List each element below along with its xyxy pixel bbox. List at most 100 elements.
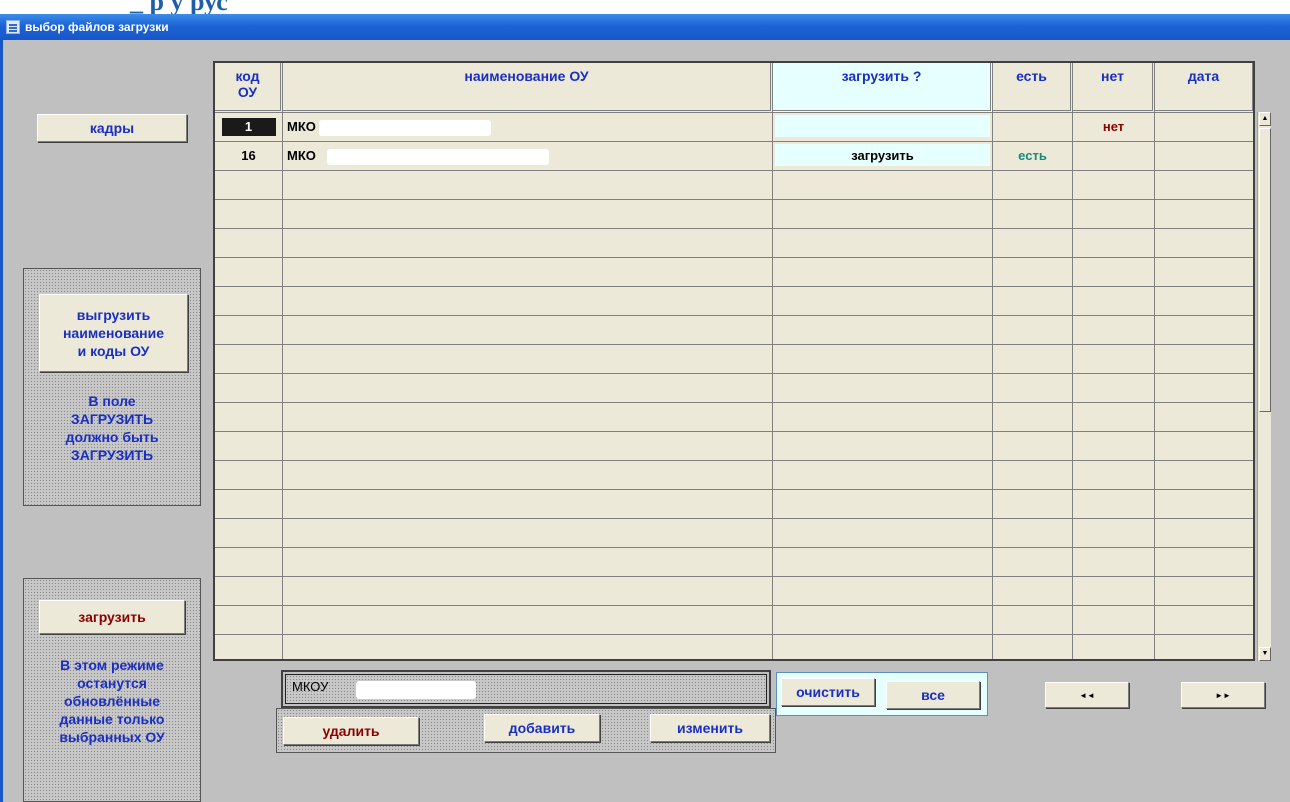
scroll-down-arrow-icon[interactable]: ▼ xyxy=(1259,647,1271,661)
row-kod-cell[interactable]: 16 xyxy=(215,142,283,171)
empty-cell[interactable] xyxy=(993,577,1073,606)
empty-cell[interactable] xyxy=(215,606,283,635)
delete-button[interactable]: удалить xyxy=(283,717,419,745)
empty-cell[interactable] xyxy=(1073,171,1155,200)
window-titlebar[interactable]: выбор файлов загрузки xyxy=(0,14,1290,40)
empty-cell[interactable] xyxy=(773,490,993,519)
kadry-button[interactable]: кадры xyxy=(37,114,187,142)
empty-table-row[interactable] xyxy=(215,171,1253,200)
nav-last-button[interactable]: ►► xyxy=(1181,682,1265,708)
empty-cell[interactable] xyxy=(283,548,773,577)
export-names-codes-button[interactable]: выгрузить наименование и коды ОУ xyxy=(39,294,188,372)
empty-cell[interactable] xyxy=(215,519,283,548)
row-name-cell[interactable]: МКО xyxy=(283,142,773,171)
empty-cell[interactable] xyxy=(993,229,1073,258)
empty-cell[interactable] xyxy=(283,258,773,287)
empty-cell[interactable] xyxy=(993,171,1073,200)
empty-table-row[interactable] xyxy=(215,287,1253,316)
empty-cell[interactable] xyxy=(283,374,773,403)
empty-cell[interactable] xyxy=(283,432,773,461)
empty-cell[interactable] xyxy=(773,229,993,258)
empty-cell[interactable] xyxy=(993,490,1073,519)
empty-cell[interactable] xyxy=(993,548,1073,577)
empty-table-row[interactable] xyxy=(215,200,1253,229)
empty-cell[interactable] xyxy=(773,258,993,287)
table-row[interactable]: 16 МКО загрузить есть xyxy=(215,142,1253,171)
clear-button[interactable]: очистить xyxy=(781,678,875,706)
empty-cell[interactable] xyxy=(283,171,773,200)
row-load-cell[interactable] xyxy=(773,113,993,142)
empty-cell[interactable] xyxy=(1155,229,1253,258)
empty-cell[interactable] xyxy=(773,548,993,577)
name-edit-field[interactable]: МКОУ xyxy=(281,670,771,708)
empty-table-row[interactable] xyxy=(215,229,1253,258)
empty-cell[interactable] xyxy=(1073,316,1155,345)
empty-cell[interactable] xyxy=(993,287,1073,316)
empty-cell[interactable] xyxy=(773,519,993,548)
empty-table-row[interactable] xyxy=(215,403,1253,432)
empty-cell[interactable] xyxy=(215,229,283,258)
empty-cell[interactable] xyxy=(1155,171,1253,200)
empty-cell[interactable] xyxy=(773,635,993,659)
empty-cell[interactable] xyxy=(215,345,283,374)
scroll-up-arrow-icon[interactable]: ▲ xyxy=(1259,112,1271,126)
empty-cell[interactable] xyxy=(1073,258,1155,287)
empty-cell[interactable] xyxy=(1073,635,1155,659)
nav-first-button[interactable]: ◄◄ xyxy=(1045,682,1129,708)
empty-cell[interactable] xyxy=(773,606,993,635)
empty-cell[interactable] xyxy=(993,200,1073,229)
empty-cell[interactable] xyxy=(283,345,773,374)
empty-cell[interactable] xyxy=(993,374,1073,403)
empty-cell[interactable] xyxy=(773,287,993,316)
vertical-scrollbar[interactable]: ▲ ▼ xyxy=(1257,112,1271,661)
empty-table-row[interactable] xyxy=(215,490,1253,519)
empty-cell[interactable] xyxy=(215,258,283,287)
empty-cell[interactable] xyxy=(773,403,993,432)
empty-cell[interactable] xyxy=(1155,316,1253,345)
empty-cell[interactable] xyxy=(283,403,773,432)
empty-cell[interactable] xyxy=(773,316,993,345)
empty-cell[interactable] xyxy=(1155,606,1253,635)
empty-cell[interactable] xyxy=(1155,548,1253,577)
empty-cell[interactable] xyxy=(215,403,283,432)
empty-table-row[interactable] xyxy=(215,461,1253,490)
empty-cell[interactable] xyxy=(1073,432,1155,461)
empty-cell[interactable] xyxy=(215,374,283,403)
empty-cell[interactable] xyxy=(215,490,283,519)
empty-cell[interactable] xyxy=(1073,577,1155,606)
empty-cell[interactable] xyxy=(215,432,283,461)
empty-cell[interactable] xyxy=(215,635,283,659)
empty-cell[interactable] xyxy=(993,258,1073,287)
empty-cell[interactable] xyxy=(993,345,1073,374)
empty-cell[interactable] xyxy=(1073,229,1155,258)
empty-cell[interactable] xyxy=(1073,519,1155,548)
empty-table-row[interactable] xyxy=(215,577,1253,606)
empty-cell[interactable] xyxy=(1155,519,1253,548)
empty-table-row[interactable] xyxy=(215,635,1253,659)
all-button[interactable]: все xyxy=(886,681,980,709)
empty-cell[interactable] xyxy=(993,461,1073,490)
empty-cell[interactable] xyxy=(1073,287,1155,316)
empty-cell[interactable] xyxy=(993,432,1073,461)
name-edit-input[interactable]: МКОУ xyxy=(285,674,767,704)
empty-cell[interactable] xyxy=(773,171,993,200)
empty-cell[interactable] xyxy=(215,461,283,490)
empty-cell[interactable] xyxy=(1155,490,1253,519)
empty-cell[interactable] xyxy=(283,519,773,548)
empty-cell[interactable] xyxy=(1155,345,1253,374)
empty-cell[interactable] xyxy=(1155,258,1253,287)
empty-cell[interactable] xyxy=(1073,403,1155,432)
empty-cell[interactable] xyxy=(773,345,993,374)
empty-cell[interactable] xyxy=(993,606,1073,635)
empty-cell[interactable] xyxy=(773,577,993,606)
empty-table-row[interactable] xyxy=(215,316,1253,345)
empty-table-row[interactable] xyxy=(215,432,1253,461)
empty-table-row[interactable] xyxy=(215,374,1253,403)
row-name-cell[interactable]: МКО xyxy=(283,113,773,142)
empty-cell[interactable] xyxy=(773,432,993,461)
empty-cell[interactable] xyxy=(993,403,1073,432)
empty-cell[interactable] xyxy=(283,635,773,659)
edit-button[interactable]: изменить xyxy=(650,714,770,742)
empty-cell[interactable] xyxy=(215,316,283,345)
empty-cell[interactable] xyxy=(1073,548,1155,577)
